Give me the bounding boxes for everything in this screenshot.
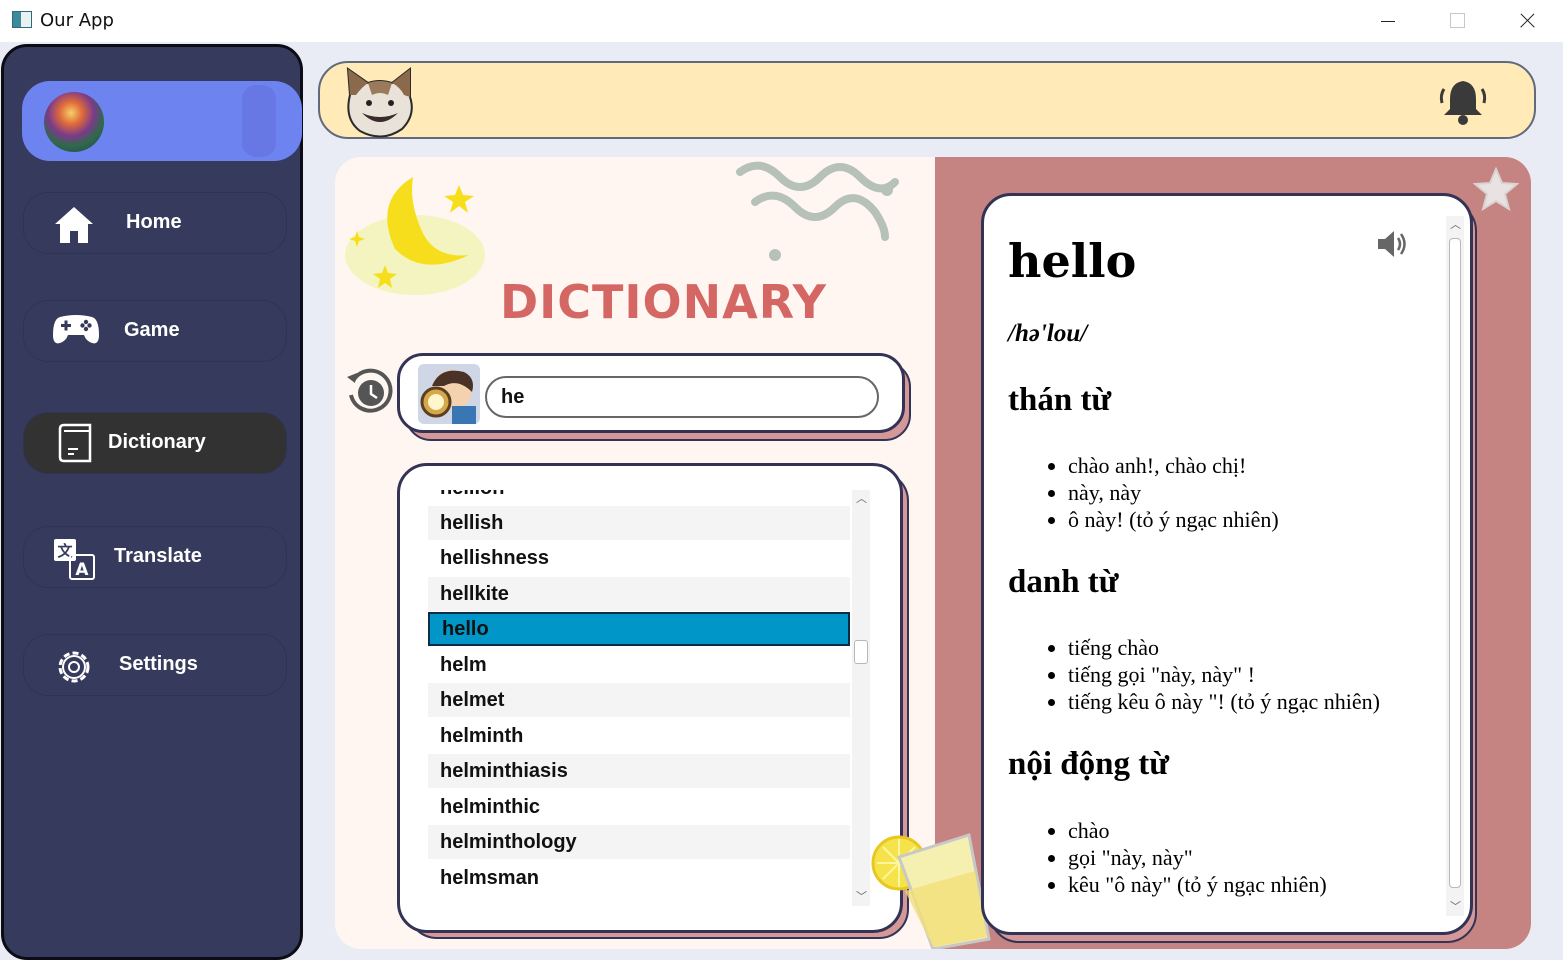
- history-icon[interactable]: [343, 365, 395, 417]
- list-item[interactable]: helminth: [428, 719, 850, 753]
- swirl-decoration-icon: [736, 161, 899, 261]
- meaning-list: chào anh!, chào chị! này, này ô này! (tỏ…: [1034, 452, 1279, 533]
- results-scrollbar[interactable]: ︿ ﹀: [852, 490, 870, 906]
- meaning-list: tiếng chào tiếng gọi "này, này" ! tiếng …: [1034, 634, 1380, 715]
- maximize-button[interactable]: [1422, 0, 1492, 42]
- book-icon: [58, 423, 92, 463]
- sidebar-item-label: Game: [124, 319, 180, 341]
- sidebar-item-translate[interactable]: 文 A Translate: [24, 527, 286, 587]
- meaning-item: gọi "này, này": [1068, 844, 1327, 871]
- close-button[interactable]: [1492, 0, 1562, 42]
- list-item[interactable]: hellkite: [428, 577, 850, 611]
- top-bar: [318, 61, 1536, 139]
- list-item[interactable]: helminthic: [428, 790, 850, 824]
- sidebar-item-label: Settings: [119, 653, 198, 675]
- meaning-item: chào: [1068, 817, 1327, 844]
- favorite-star-icon[interactable]: [1473, 167, 1519, 213]
- translate-icon: 文 A: [54, 539, 95, 580]
- sidebar-item-game[interactable]: Game: [24, 301, 286, 361]
- meaning-item: này, này: [1068, 479, 1279, 506]
- definition-scrollbar[interactable]: ︿ ﹀: [1446, 216, 1464, 916]
- scroll-down-icon[interactable]: ﹀: [1450, 898, 1461, 914]
- home-icon: [55, 207, 93, 243]
- gamepad-icon: [53, 315, 99, 344]
- cat-mascot-icon[interactable]: [342, 65, 418, 139]
- scroll-down-icon[interactable]: ﹀: [856, 888, 867, 904]
- svg-text:文: 文: [57, 542, 73, 560]
- sidebar-item-label: Home: [126, 211, 182, 233]
- dictionary-title: DICTIONARY: [500, 275, 827, 329]
- meaning-item: tiếng chào: [1068, 634, 1380, 661]
- meaning-item: kêu "ô này" (tỏ ý ngạc nhiên): [1068, 871, 1327, 898]
- scroll-up-icon[interactable]: ︿: [1450, 216, 1461, 232]
- search-input[interactable]: he: [485, 376, 879, 418]
- part-of-speech-heading: danh từ: [1008, 564, 1119, 600]
- profile-scroll-handle[interactable]: [242, 85, 276, 157]
- svg-text:A: A: [75, 560, 89, 580]
- definition-word: hello: [1008, 234, 1137, 288]
- list-item[interactable]: helmsman: [428, 861, 850, 895]
- window-titlebar: Our App: [0, 0, 1563, 42]
- list-item[interactable]: hellish: [428, 506, 850, 540]
- profile-card[interactable]: [22, 81, 302, 161]
- meaning-item: tiếng kêu ô này "! (tỏ ý ngạc nhiên): [1068, 688, 1380, 715]
- list-item[interactable]: hellishness: [428, 541, 850, 575]
- meaning-item: chào anh!, chào chị!: [1068, 452, 1279, 479]
- list-item[interactable]: helminthology: [428, 825, 850, 859]
- list-item[interactable]: helmet: [428, 683, 850, 717]
- list-item[interactable]: hellion: [428, 490, 850, 505]
- meaning-item: tiếng gọi "này, này" !: [1068, 661, 1380, 688]
- meaning-list: chào gọi "này, này" kêu "ô này" (tỏ ý ng…: [1034, 817, 1327, 898]
- scroll-up-icon[interactable]: ︿: [856, 490, 867, 506]
- list-item[interactable]: helminthiasis: [428, 754, 850, 788]
- results-list-viewport: hellion hellish hellishness hellkite hel…: [428, 490, 850, 906]
- sidebar-item-label: Translate: [114, 545, 202, 567]
- sidebar-item-home[interactable]: Home: [24, 193, 286, 253]
- results-scrollbar-thumb[interactable]: [854, 640, 868, 664]
- bell-icon[interactable]: [1436, 75, 1490, 129]
- sidebar-item-dictionary[interactable]: Dictionary: [24, 413, 286, 473]
- gear-icon: [58, 651, 90, 683]
- sidebar: Home Game Dictionary 文 A Translate Setti…: [1, 44, 303, 960]
- results-list: hellion hellish hellishness hellkite hel…: [397, 463, 903, 933]
- window-title: Our App: [40, 10, 114, 31]
- definition-box: hello /hə'lou/ thán từ chào anh!, chào c…: [981, 193, 1473, 935]
- minimize-button[interactable]: [1352, 0, 1422, 42]
- kid-mascot-icon: [418, 364, 480, 424]
- list-item-selected[interactable]: hello: [428, 612, 850, 646]
- app-icon: [12, 11, 32, 28]
- sidebar-item-label: Dictionary: [108, 431, 206, 453]
- list-item[interactable]: helm: [428, 648, 850, 682]
- moon-decoration-icon: [345, 177, 485, 295]
- part-of-speech-heading: nội động từ: [1008, 746, 1170, 782]
- meaning-item: ô này! (tỏ ý ngạc nhiên): [1068, 506, 1279, 533]
- search-box: he: [397, 353, 905, 433]
- definition-scrollbar-thumb[interactable]: [1449, 238, 1461, 888]
- definition-ipa: /hə'lou/: [1008, 320, 1088, 347]
- main-panel: DICTIONARY he hellion hellish hellishnes…: [335, 157, 1531, 949]
- avatar[interactable]: [44, 92, 104, 152]
- speaker-icon[interactable]: [1374, 226, 1410, 262]
- sidebar-item-settings[interactable]: Settings: [24, 635, 286, 695]
- part-of-speech-heading: thán từ: [1008, 382, 1112, 418]
